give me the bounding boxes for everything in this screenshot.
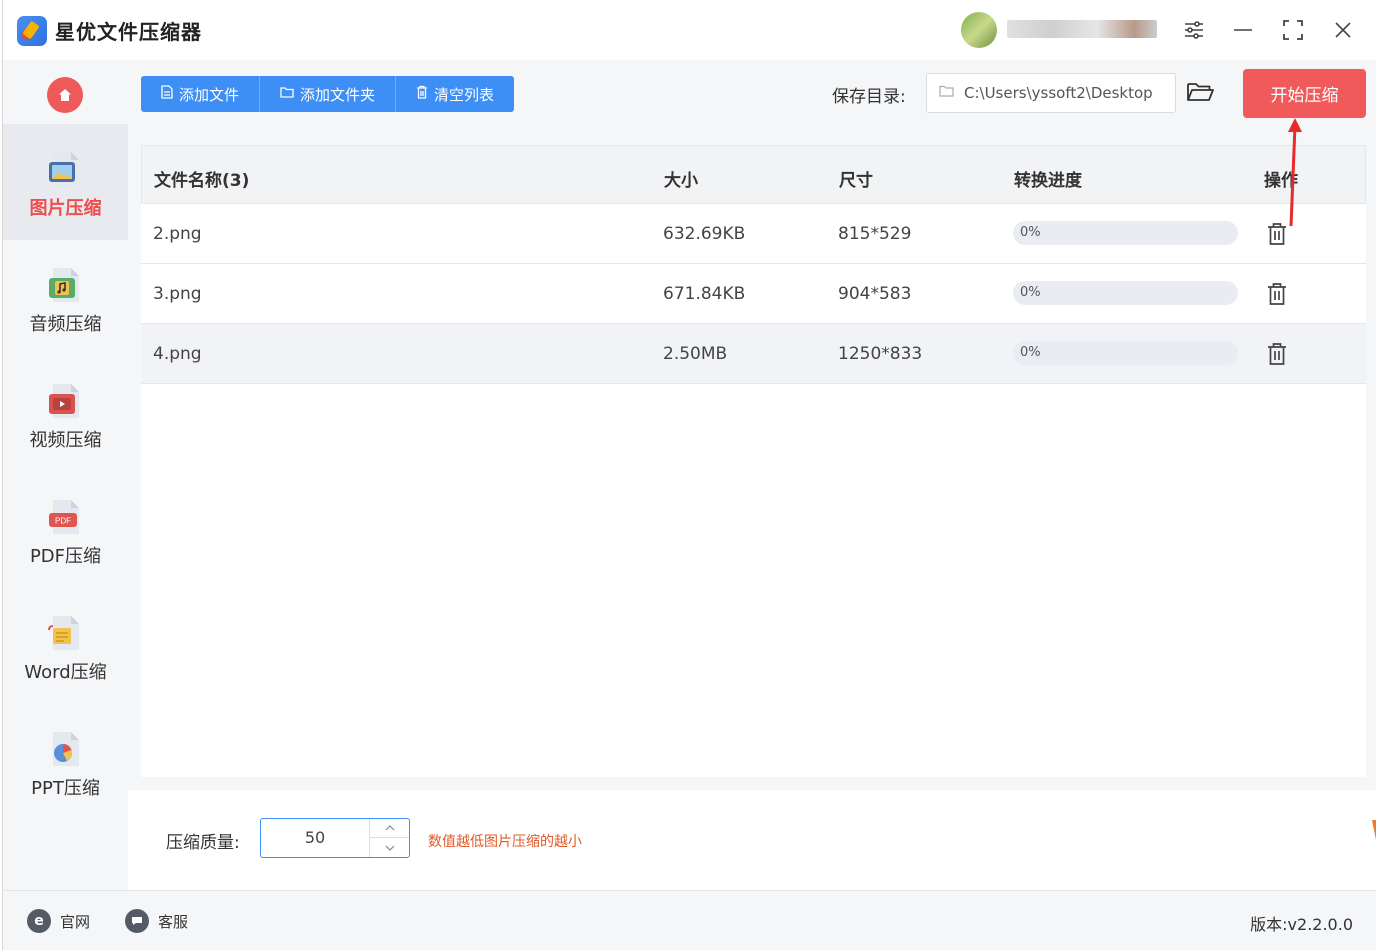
support-link[interactable]: 客服 [125,909,188,933]
video-file-icon [49,384,79,418]
file-size-cell: 671.84KB [663,284,746,304]
quality-value[interactable]: 50 [261,819,369,857]
sidebar-item-label: Word压缩 [24,662,107,683]
sidebar-item-label: 音频压缩 [29,314,102,335]
delete-row-icon[interactable] [1266,282,1288,306]
add-folder-button[interactable]: 添加文件夹 [260,76,397,112]
progress-bar: 0% [1013,221,1238,245]
sidebar-item-label: PDF压缩 [29,546,102,567]
quality-stepper[interactable]: 50 [260,818,410,858]
sidebar-item-label: PPT压缩 [31,778,100,799]
header-file-name: 文件名称(3) [154,171,250,191]
header-dimensions: 尺寸 [839,171,873,191]
sidebar-item-label: 图片压缩 [29,198,102,219]
clear-list-button[interactable]: 清空列表 [396,76,515,112]
home-icon [59,89,71,101]
file-size-cell: 2.50MB [663,344,728,364]
close-icon[interactable] [1328,15,1358,45]
sidebar-item-label: 视频压缩 [29,430,102,451]
edge-decoration [1372,820,1376,850]
app-title: 星优文件压缩器 [55,20,202,44]
sidebar-item-video-compress[interactable]: 视频压缩 [3,356,128,472]
table-row[interactable]: 3.png 671.84KB 904*583 0% [141,264,1366,324]
browser-e-icon: e [27,909,51,933]
progress-bar: 0% [1013,281,1238,305]
quality-hint: 数值越低图片压缩的越小 [428,834,582,850]
file-button-group: 添加文件 添加文件夹 清空列表 [141,76,515,112]
file-size-cell: 632.69KB [663,224,746,244]
version-text: 版本:v2.2.0.0 [1250,915,1353,934]
sidebar: 图片压缩 音频压缩 视频压缩 PDF PDF压缩 Word压缩 PPT压缩 [3,60,128,890]
file-name-cell: 2.png [153,224,202,244]
add-file-button[interactable]: 添加文件 [141,76,261,112]
footer: e 官网 客服 版本:v2.2.0.0 [3,890,1376,950]
table-row[interactable]: 2.png 632.69KB 815*529 0% [141,204,1366,264]
progress-text: 0% [1020,345,1041,360]
header-action: 操作 [1264,171,1298,191]
chevron-down-icon[interactable] [369,838,409,857]
add-file-label: 添加文件 [179,85,240,104]
browse-folder-icon[interactable] [1186,80,1216,108]
chat-bubble-icon [125,909,149,933]
file-name-cell: 4.png [153,344,202,364]
title-bar: 星优文件压缩器 [3,0,1376,60]
app-logo-icon [17,16,47,46]
table-row[interactable]: 4.png 2.50MB 1250*833 0% [141,324,1366,384]
sidebar-item-ppt-compress[interactable]: PPT压缩 [3,704,128,820]
svg-text:PDF: PDF [55,517,71,526]
word-file-icon [48,616,79,650]
website-link[interactable]: e 官网 [27,909,90,933]
website-label: 官网 [60,912,91,931]
progress-bar: 0% [1013,341,1238,365]
toolbar: 添加文件 添加文件夹 清空列表 保存目录: C:\Users\yssoft2\D… [128,60,1376,132]
chevron-up-icon[interactable] [369,819,409,838]
sidebar-item-pdf-compress[interactable]: PDF PDF压缩 [3,472,128,588]
audio-file-icon [49,268,79,302]
folder-icon [280,86,294,102]
maximize-icon[interactable] [1278,15,1308,45]
app-window: 星优文件压缩器 图片压缩 音频压缩 视频压缩 PDF PDF压缩 Word压缩 … [2,0,1376,950]
settings-sliders-icon[interactable] [1179,15,1209,45]
file-name-cell: 3.png [153,284,202,304]
save-directory-input[interactable]: C:\Users\yssoft2\Desktop [926,73,1176,113]
file-dimensions-cell: 904*583 [838,284,912,304]
quality-panel: 压缩质量: 50 数值越低图片压缩的越小 [128,790,1376,890]
sidebar-item-word-compress[interactable]: Word压缩 [3,588,128,704]
main-panel: 添加文件 添加文件夹 清空列表 保存目录: C:\Users\yssoft2\D… [128,60,1376,890]
image-file-icon [49,152,79,186]
ppt-file-icon [53,732,79,766]
home-button[interactable] [47,77,83,113]
save-directory-path: C:\Users\yssoft2\Desktop [964,84,1153,102]
user-avatar[interactable] [961,12,997,48]
header-size: 大小 [664,171,698,191]
delete-row-icon[interactable] [1266,342,1288,366]
progress-text: 0% [1020,285,1041,300]
folder-outline-icon [939,85,954,101]
file-table: 文件名称(3) 大小 尺寸 转换进度 操作 2.png 632.69KB 815… [141,145,1366,777]
header-progress: 转换进度 [1014,171,1082,191]
file-dimensions-cell: 815*529 [838,224,912,244]
minimize-icon[interactable] [1228,15,1258,45]
file-dimensions-cell: 1250*833 [838,344,923,364]
sidebar-item-image-compress[interactable]: 图片压缩 [3,124,128,240]
user-name-blurred [1007,20,1157,38]
sidebar-item-audio-compress[interactable]: 音频压缩 [3,240,128,356]
add-folder-label: 添加文件夹 [300,85,376,104]
quality-label: 压缩质量: [166,833,240,853]
delete-row-icon[interactable] [1266,222,1288,246]
start-compress-button[interactable]: 开始压缩 [1243,69,1366,118]
trash-icon [416,85,428,103]
support-label: 客服 [158,912,189,931]
pdf-file-icon: PDF [49,500,79,534]
table-header: 文件名称(3) 大小 尺寸 转换进度 操作 [141,145,1366,204]
progress-text: 0% [1020,225,1041,240]
clear-list-label: 清空列表 [434,85,495,104]
save-directory-label: 保存目录: [832,87,906,107]
document-icon [161,85,173,103]
